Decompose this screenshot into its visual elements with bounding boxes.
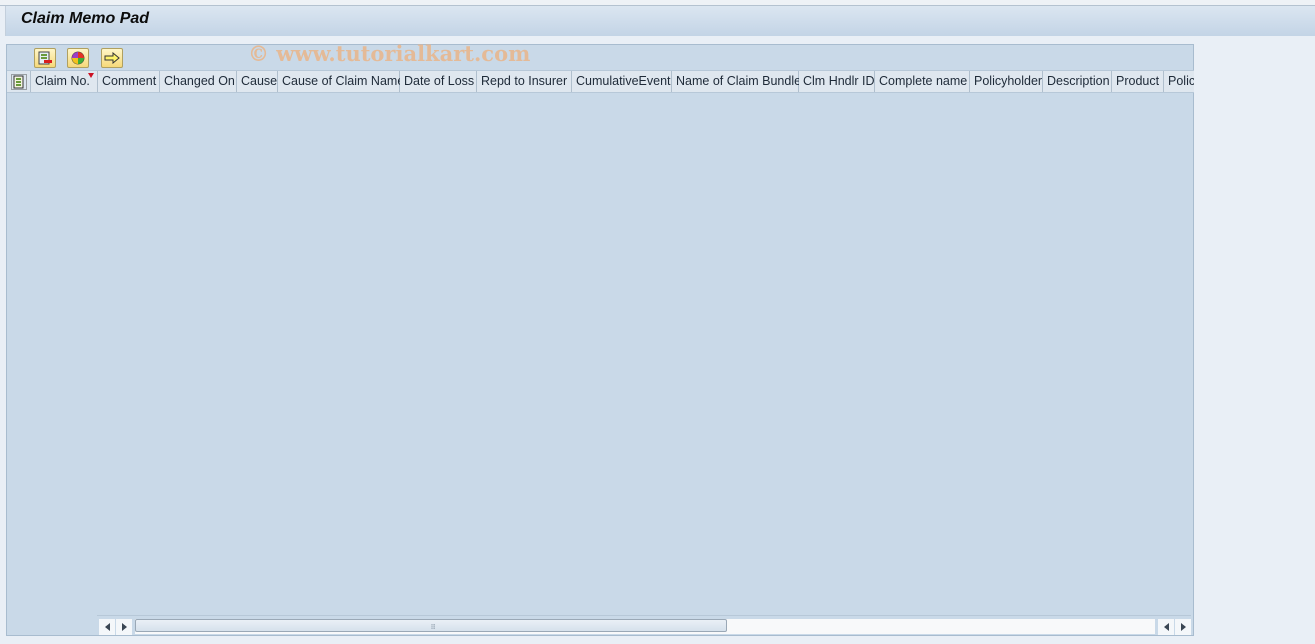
column-header-complete-name[interactable]: Complete name	[875, 71, 970, 92]
arrow-right-icon	[1180, 623, 1186, 631]
column-label: Policyholder	[974, 74, 1043, 88]
column-header-cause[interactable]: Cause	[237, 71, 278, 92]
column-label: Clm Hndlr ID	[803, 74, 875, 88]
column-label: Changed On	[164, 74, 235, 88]
table-header-row: Claim No. Comment Changed On Cause Cause…	[7, 70, 1194, 93]
column-header-policyholder[interactable]: Policyholder	[970, 71, 1043, 92]
column-header-clm-hndlr-id[interactable]: Clm Hndlr ID	[799, 71, 875, 92]
page-title: Claim Memo Pad	[21, 10, 150, 27]
column-label: Description	[1047, 74, 1110, 88]
column-label: Cause	[241, 74, 278, 88]
column-header-claim-no[interactable]: Claim No.	[31, 71, 98, 92]
column-label: Repd to Insurer	[481, 74, 568, 88]
color-wheel-icon	[71, 51, 85, 65]
column-label: Cause of Claim Name	[282, 74, 405, 88]
select-all-button[interactable]	[7, 71, 31, 92]
column-header-repd-to-insurer[interactable]: Repd to Insurer	[477, 71, 572, 92]
save-layout-button[interactable]	[34, 48, 56, 68]
column-header-policy[interactable]: Policy	[1164, 71, 1194, 92]
column-label: Policy	[1168, 74, 1194, 88]
column-label: Name of Claim Bundle	[676, 74, 802, 88]
sort-indicator-icon	[88, 73, 94, 78]
arrow-right-icon	[104, 52, 120, 64]
scroll-right-first-button[interactable]	[116, 619, 132, 635]
column-header-date-of-loss[interactable]: Date of Loss	[400, 71, 477, 92]
column-label: Complete name	[879, 74, 968, 88]
column-label: Date of Loss	[404, 74, 475, 88]
navigate-button[interactable]	[101, 48, 123, 68]
color-legend-button[interactable]	[67, 48, 89, 68]
scroll-left-first-button[interactable]	[99, 619, 115, 635]
column-label: CumulativeEvent	[576, 74, 671, 88]
column-header-comment[interactable]: Comment	[98, 71, 160, 92]
column-header-cause-of-claim-name[interactable]: Cause of Claim Name	[278, 71, 404, 92]
arrow-right-icon	[121, 623, 127, 631]
column-header-product[interactable]: Product	[1112, 71, 1164, 92]
column-header-name-of-claim-bundle[interactable]: Name of Claim Bundle	[672, 71, 802, 92]
column-label: Claim No.	[35, 74, 90, 88]
column-header-cumulative-event[interactable]: CumulativeEvent	[572, 71, 672, 92]
layout-save-icon	[38, 51, 52, 65]
scroll-right-button[interactable]	[1175, 619, 1191, 635]
grid-toolbar: © www.tutorialkart.com	[7, 41, 1193, 71]
scrollbar-thumb[interactable]: ⁞⁞⁞	[135, 619, 727, 632]
column-header-description[interactable]: Description	[1043, 71, 1112, 92]
column-label: Product	[1116, 74, 1160, 88]
select-all-icon	[10, 73, 27, 90]
grip-icon: ⁞⁞⁞	[430, 623, 436, 631]
column-header-changed-on[interactable]: Changed On	[160, 71, 237, 92]
scroll-left-button[interactable]	[1158, 619, 1174, 635]
arrow-left-icon	[104, 623, 110, 631]
title-bar: Claim Memo Pad	[5, 6, 1315, 36]
alv-grid-panel: © www.tutorialkart.com Claim No. Comment…	[6, 41, 1194, 636]
watermark: © www.tutorialkart.com	[248, 41, 531, 66]
scrollbar-track[interactable]: ⁞⁞⁞	[135, 619, 1155, 634]
arrow-left-icon	[1163, 623, 1169, 631]
horizontal-scrollbar[interactable]: ⁞⁞⁞	[97, 615, 1191, 636]
column-label: Comment	[102, 74, 157, 88]
